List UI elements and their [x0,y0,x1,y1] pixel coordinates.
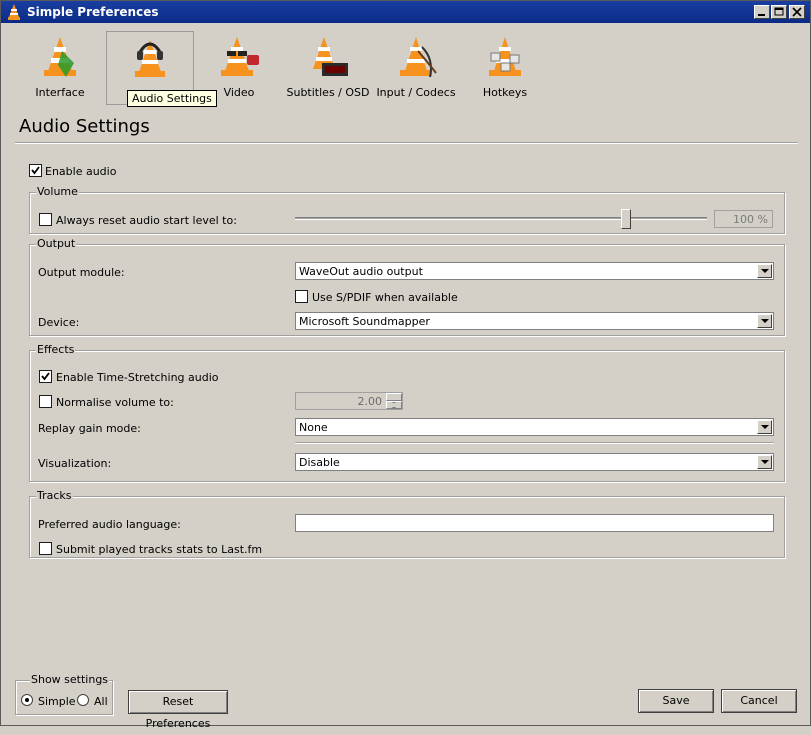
volume-slider-track[interactable] [295,217,707,220]
subtitles-cone-display-icon [313,37,348,76]
language-label: Preferred audio language: [38,518,181,531]
tab-subtitles-osd[interactable]: Subtitles / OSD [284,31,372,103]
tab-hotkeys[interactable]: Hotkeys [466,31,544,103]
timestretch-label: Enable Time-Stretching audio [56,371,219,384]
lastfm-label: Submit played tracks stats to Last.fm [56,543,263,556]
visualization-select[interactable]: Disable [295,453,774,471]
maximize-button[interactable] [771,5,787,19]
normalise-checkbox[interactable] [39,395,52,408]
video-cone-glasses-icon [221,37,259,76]
all-label: All [94,695,108,708]
tab-interface[interactable]: Interface [21,31,99,103]
title-bar[interactable]: Simple Preferences [1,1,810,23]
category-tabs: Interface Video Subtitles / OSD Input / … [1,25,810,107]
chevron-down-icon [761,269,769,273]
dropdown-arrow[interactable] [757,264,772,278]
normalise-label: Normalise volume to: [56,396,174,409]
chevron-down-icon [761,319,769,323]
input-cone-cables-icon [400,37,437,78]
output-module-value: WaveOut audio output [299,265,423,278]
spdif-label: Use S/PDIF when available [312,291,458,304]
reset-level-checkbox[interactable] [39,213,52,226]
spin-buttons [386,393,402,410]
preferred-language-input[interactable] [295,514,774,532]
output-group-title: Output [36,237,77,250]
effects-separator [295,442,774,444]
audio-cone-headphones-icon [135,40,165,77]
tab-input-codecs[interactable]: Input / Codecs [376,31,456,103]
tab-label: Hotkeys [482,86,528,99]
simple-label: Simple [38,695,76,708]
lastfm-checkbox[interactable] [39,542,52,555]
device-label: Device: [38,316,80,329]
effects-group-title: Effects [36,343,76,356]
volume-level-value: 100 % [714,210,773,228]
tab-label: Interface [35,86,85,99]
normalise-spinbox[interactable]: 2.00 [295,392,403,410]
replaygain-select[interactable]: None [295,418,774,436]
volume-group: Volume [29,185,785,234]
normalise-value: 2.00 [357,395,383,408]
close-button[interactable] [789,5,805,19]
spdif-checkbox[interactable] [295,290,308,303]
output-module-label: Output module: [38,266,125,279]
interface-cone-icon [44,37,76,77]
enable-audio-checkbox[interactable] [29,164,42,177]
window-title: Simple Preferences [27,5,159,19]
chevron-down-icon [392,407,396,410]
cancel-button[interactable]: Cancel [721,689,797,713]
close-icon [792,7,802,17]
tab-label: Subtitles / OSD [286,86,370,99]
checkmark-icon [31,166,40,175]
simple-radio[interactable] [21,694,33,706]
all-radio[interactable] [77,694,89,706]
visualization-label: Visualization: [38,457,112,470]
spin-down-button[interactable] [386,401,402,410]
volume-group-title: Volume [36,185,79,198]
maximize-icon [774,7,784,16]
minimize-icon [758,14,765,16]
hotkeys-cone-keys-icon [489,37,521,76]
replaygain-label: Replay gain mode: [38,422,141,435]
dropdown-arrow[interactable] [757,420,772,434]
show-settings-title: Show settings [30,673,110,686]
vlc-cone-icon [8,4,20,20]
dropdown-arrow[interactable] [757,455,772,469]
device-select[interactable]: Microsoft Soundmapper [295,312,774,330]
preferences-window: Simple Preferences Interface Video Subti… [0,0,811,730]
radio-selected-dot [25,698,29,702]
replaygain-value: None [299,421,328,434]
section-title: Audio Settings [19,116,150,137]
reset-preferences-button[interactable]: Reset Preferences [128,690,228,730]
visualization-value: Disable [299,456,340,469]
chevron-down-icon [761,460,769,464]
reset-level-label: Always reset audio start level to: [56,214,237,227]
tooltip: Audio Settings [127,90,217,107]
tracks-group-title: Tracks [36,489,73,502]
title-separator [15,142,798,144]
minimize-button[interactable] [754,5,770,19]
enable-audio-label: Enable audio [45,165,117,178]
output-module-select[interactable]: WaveOut audio output [295,262,774,280]
spin-up-button[interactable] [386,393,402,403]
save-button[interactable]: Save [638,689,714,713]
device-value: Microsoft Soundmapper [299,315,430,328]
checkmark-icon [41,372,50,381]
timestretch-checkbox[interactable] [39,370,52,383]
dropdown-arrow[interactable] [757,314,772,328]
chevron-down-icon [761,425,769,429]
tab-label: Input / Codecs [376,86,456,99]
volume-slider-thumb[interactable] [621,209,631,229]
